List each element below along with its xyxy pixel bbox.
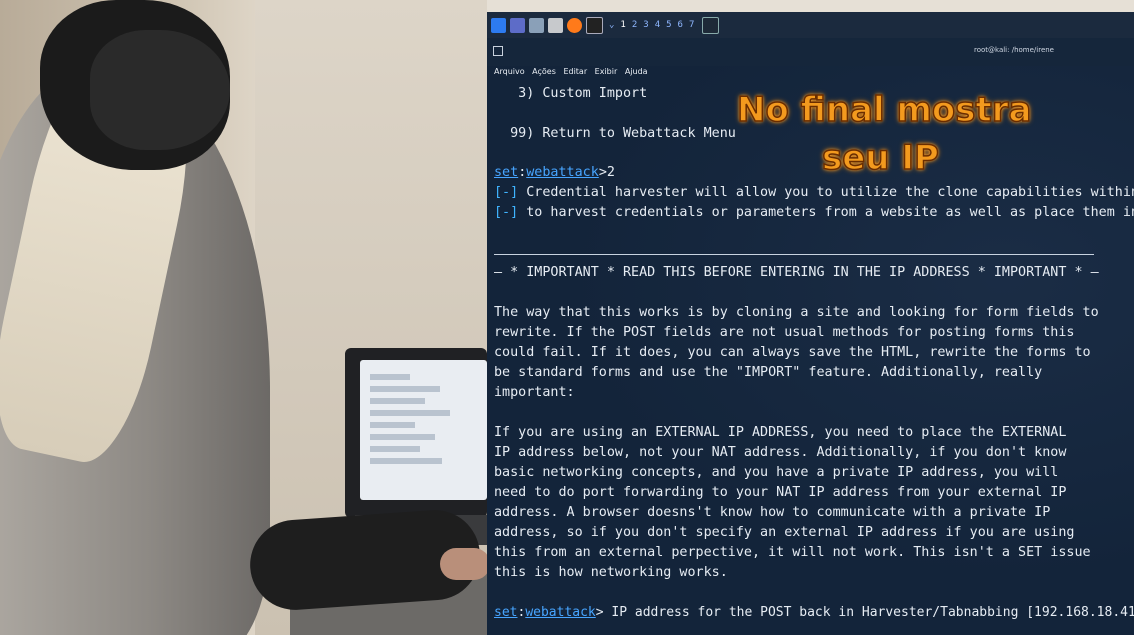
- terminal-screenshot: ⌄ 1 2 3 4 5 6 7 root@kali: /home/irene A…: [487, 0, 1134, 635]
- workspace-6[interactable]: 6: [678, 20, 683, 30]
- output-line: The way that this works is by cloning a …: [494, 305, 1099, 320]
- prompt-module: webattack: [525, 605, 596, 620]
- window-title: root@kali: /home/irene: [973, 46, 1054, 54]
- output-line: basic networking concepts, and you have …: [494, 465, 1059, 480]
- chevron-down-icon[interactable]: ⌄: [609, 20, 614, 30]
- output-line: this from an external perpective, it wil…: [494, 545, 1091, 560]
- important-banner: — * IMPORTANT * READ THIS BEFORE ENTERIN…: [494, 265, 1099, 280]
- divider: [494, 254, 1094, 255]
- workspace-4[interactable]: 4: [655, 20, 660, 30]
- output-line: 99) Return to Webattack Menu: [494, 126, 736, 141]
- output-line: 3) Custom Import: [494, 86, 648, 101]
- menu-exibir[interactable]: Exibir: [595, 67, 618, 76]
- prompt-line: set:webattack>2: [494, 165, 615, 180]
- prompt-set: set: [494, 605, 518, 620]
- menu-acoes[interactable]: Ações: [532, 67, 556, 76]
- ip-prompt-text: > IP address for the POST back in Harves…: [595, 605, 1134, 620]
- laptop-screen: [360, 360, 487, 500]
- prompt-set: set: [494, 165, 519, 180]
- output-line: rewrite. If the POST fields are not usua…: [494, 325, 1075, 340]
- window-titlebar: root@kali: /home/irene: [487, 38, 1134, 66]
- editor-icon[interactable]: [548, 17, 563, 33]
- folder-icon[interactable]: [529, 17, 544, 33]
- menu-editar[interactable]: Editar: [563, 67, 587, 76]
- info-marker: [-]: [494, 205, 519, 220]
- info-marker: [-]: [494, 185, 519, 200]
- output-line: be standard forms and use the "IMPORT" f…: [494, 365, 1043, 380]
- menu-bar: Arquivo Ações Editar Exibir Ajuda: [494, 67, 653, 76]
- menu-ajuda[interactable]: Ajuda: [625, 67, 648, 76]
- output-line: need to do port forwarding to your NAT I…: [494, 485, 1067, 500]
- overlay-caption-line2: seu IP: [821, 137, 939, 179]
- taskbar: ⌄ 1 2 3 4 5 6 7: [487, 12, 1134, 38]
- output-line: this is how networking works.: [494, 565, 728, 580]
- workspace-3[interactable]: 3: [643, 20, 648, 30]
- output-line: If you are using an EXTERNAL IP ADDRESS,…: [494, 425, 1067, 440]
- window-icon[interactable]: [510, 17, 525, 33]
- prompt-input: >2: [598, 165, 615, 180]
- person-hand: [440, 548, 487, 580]
- window-menu-icon[interactable]: [493, 46, 503, 56]
- overlay-caption-line1: No final mostra: [736, 89, 1032, 131]
- output-line: address, so if you don't specify an exte…: [494, 525, 1075, 540]
- workspace-5[interactable]: 5: [666, 20, 671, 30]
- photo-panel: [0, 0, 487, 635]
- firefox-icon[interactable]: [567, 17, 582, 33]
- info-line: [-] to harvest credentials or parameters…: [494, 205, 1134, 220]
- person-face-mask: [90, 30, 230, 150]
- ip-prompt-line[interactable]: set:webattack> IP address for the POST b…: [494, 603, 1134, 623]
- prompt-module: webattack: [526, 165, 599, 180]
- menu-arquivo[interactable]: Arquivo: [494, 67, 525, 76]
- terminal-task-icon[interactable]: [702, 16, 720, 34]
- kali-menu-icon[interactable]: [491, 17, 506, 33]
- output-line: could fail. If it does, you can always s…: [494, 345, 1091, 360]
- output-line: important:: [494, 385, 575, 400]
- info-line: [-] Credential harvester will allow you …: [494, 185, 1134, 200]
- terminal-icon[interactable]: [586, 16, 603, 34]
- workspace-7[interactable]: 7: [689, 20, 694, 30]
- output-line: address. A browser doesns't know how to …: [494, 505, 1051, 520]
- workspace-1[interactable]: 1: [620, 20, 625, 30]
- workspace-2[interactable]: 2: [632, 20, 637, 30]
- output-line: IP address below, not your NAT address. …: [494, 445, 1067, 460]
